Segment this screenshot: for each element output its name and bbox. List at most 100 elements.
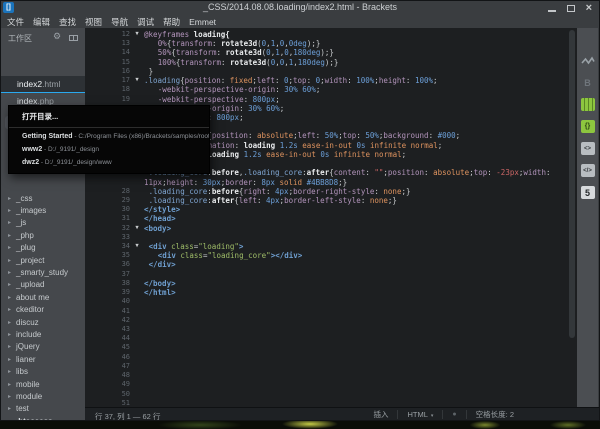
menu-item-7[interactable]: 帮助 [163,16,180,28]
tree-folder-_images[interactable]: ▸_images [0,204,85,216]
code-line-38[interactable]: 38</body> [85,279,577,288]
menu-item-3[interactable]: 查找 [59,16,76,28]
disclosure-triangle-icon[interactable]: ▸ [5,319,14,326]
code-line-30[interactable]: 30</style> [85,205,577,214]
disclosure-triangle-icon[interactable]: ▸ [5,232,14,239]
menu-item-5[interactable]: 导航 [111,16,128,28]
tree-folder-mobile[interactable]: ▸mobile [0,378,85,390]
tree-folder-include[interactable]: ▸include [0,328,85,340]
disclosure-triangle-icon[interactable]: ▸ [5,356,14,363]
editor-scrollbar[interactable] [568,28,576,407]
code-line-49[interactable]: 49 [85,380,577,389]
menu-item-6[interactable]: 调试 [137,16,154,28]
recent-project-dwz2[interactable]: dwz2 - D:/_9191/_design/www [9,156,209,169]
disclosure-triangle-icon[interactable]: ▸ [5,306,14,313]
working-file-index2.html[interactable]: index2.html [0,76,85,93]
code-line-39[interactable]: 39</html> [85,288,577,297]
code-line-42[interactable]: 42 [85,316,577,325]
fold-arrow-icon[interactable]: ▼ [130,224,144,233]
tree-folder-test[interactable]: ▸test [0,403,85,415]
disclosure-triangle-icon[interactable]: ▸ [5,195,14,202]
menu-item-1[interactable]: 文件 [7,16,24,28]
disclosure-triangle-icon[interactable]: ▸ [5,368,14,375]
title-bar[interactable]: [] _CSS/2014.08.08.loading/index2.html -… [0,0,600,16]
code-line-34[interactable]: 34▼<div class="loading"> [85,242,577,251]
language-selector[interactable]: HTML▾ [398,410,442,419]
code-line-47[interactable]: 47 [85,362,577,371]
indent-size-setting[interactable]: 空格长度: 2 [467,409,523,420]
code-line-17[interactable]: 17▼.loading{position: fixed;left: 0;top:… [85,76,577,85]
disclosure-triangle-icon[interactable]: ▸ [5,219,14,226]
code-line-31[interactable]: 31</head> [85,214,577,223]
insert-mode-toggle[interactable]: 插入 [364,409,397,420]
code-line-51[interactable]: 51 [85,399,577,407]
recent-project-Getting Started[interactable]: Getting Started - C:/Program Files (x86)… [9,130,209,143]
gear-icon[interactable]: ⚙ [53,31,61,42]
disclosure-triangle-icon[interactable]: ▸ [5,405,14,412]
extension-b-icon[interactable]: B [581,76,595,89]
code-line-41[interactable]: 41 [85,307,577,316]
code-line-15[interactable]: 15100%{transform: rotate3d(0,0,1,180deg)… [85,58,577,67]
disclosure-triangle-icon[interactable]: ▸ [5,207,14,214]
disclosure-triangle-icon[interactable]: ▸ [5,294,14,301]
code-line-35[interactable]: 35<div class="loading_core"></div> [85,251,577,260]
fold-arrow-icon[interactable]: ▼ [130,76,144,85]
tree-folder-about me[interactable]: ▸about me [0,291,85,303]
disclosure-triangle-icon[interactable]: ▸ [5,331,14,338]
code-line-16[interactable]: 16} [85,67,577,76]
tree-folder-_upload[interactable]: ▸_upload [0,279,85,291]
open-folder-menu-item[interactable]: 打开目录... [9,106,209,126]
green-blocks-icon[interactable] [581,98,595,111]
code-line-19[interactable]: 19-webkit-perspective: 800px; [85,95,577,104]
tree-folder-_css[interactable]: ▸_css [0,192,85,204]
disclosure-triangle-icon[interactable]: ▸ [5,269,14,276]
code-line-12[interactable]: 12▼@keyframes loading{ [85,30,577,39]
code-line-50[interactable]: 50 [85,390,577,399]
code-line-40[interactable]: 40 [85,297,577,306]
fold-arrow-icon[interactable]: ▼ [130,242,144,251]
disclosure-triangle-icon[interactable]: ▸ [5,244,14,251]
tree-folder-_php[interactable]: ▸_php [0,229,85,241]
maximize-button[interactable] [567,5,575,12]
disclosure-triangle-icon[interactable]: ▸ [5,343,14,350]
tree-folder-module[interactable]: ▸module [0,390,85,402]
disclosure-triangle-icon[interactable]: ▸ [5,281,14,288]
tree-folder-_js[interactable]: ▸_js [0,217,85,229]
live-preview-icon[interactable] [581,54,595,67]
code-line-13[interactable]: 130%{transform: rotate3d(0,1,0,0deg);} [85,39,577,48]
code-line-37[interactable]: 37 [85,270,577,279]
code-line-32[interactable]: 32▼<body> [85,224,577,233]
code-line-28[interactable]: 28.loading_core:before{right: 4px;border… [85,187,577,196]
code-line-43[interactable]: 43 [85,325,577,334]
disclosure-triangle-icon[interactable]: ▸ [5,257,14,264]
disclosure-triangle-icon[interactable]: ▸ [5,393,14,400]
code-editor[interactable]: 12▼@keyframes loading{130%{transform: ro… [85,28,577,407]
code-line-18[interactable]: 18-webkit-perspective-origin: 30% 60%; [85,85,577,94]
code-line-36[interactable]: 36</div> [85,260,577,269]
code-line-44[interactable]: 44 [85,334,577,343]
code-line-46[interactable]: 46 [85,353,577,362]
scrollbar-thumb[interactable] [569,30,575,338]
menu-item-2[interactable]: 编辑 [33,16,50,28]
tree-folder-lianer[interactable]: ▸lianer [0,353,85,365]
code-line-48[interactable]: 48 [85,371,577,380]
tree-folder-libs[interactable]: ▸libs [0,365,85,377]
minimize-button[interactable] [548,10,556,12]
green-braces-icon[interactable]: {} [581,120,595,133]
menu-item-4[interactable]: 视图 [85,16,102,28]
disclosure-triangle-icon[interactable]: ▸ [5,381,14,388]
code-line-wrap[interactable]: 11px;height: 30px;border: 8px solid #4BB… [85,178,577,187]
tree-folder-_plug[interactable]: ▸_plug [0,242,85,254]
tree-folder-_smarty_study[interactable]: ▸_smarty_study [0,266,85,278]
tree-folder-_project[interactable]: ▸_project [0,254,85,266]
tree-folder-jQuery[interactable]: ▸jQuery [0,341,85,353]
closing-tag-icon[interactable]: </> [581,164,595,177]
code-line-33[interactable]: 33 [85,233,577,242]
fold-arrow-icon[interactable]: ▼ [130,30,144,39]
code-line-45[interactable]: 45 [85,343,577,352]
code-line-29[interactable]: 29.loading_core:after{left: 4px;border-l… [85,196,577,205]
angle-brackets-icon[interactable]: <> [581,142,595,155]
html5-icon[interactable]: 5 [581,186,595,199]
menu-item-8[interactable]: Emmet [189,17,216,27]
code-line-14[interactable]: 1450%{transform: rotate3d(0,1,0,180deg);… [85,48,577,57]
